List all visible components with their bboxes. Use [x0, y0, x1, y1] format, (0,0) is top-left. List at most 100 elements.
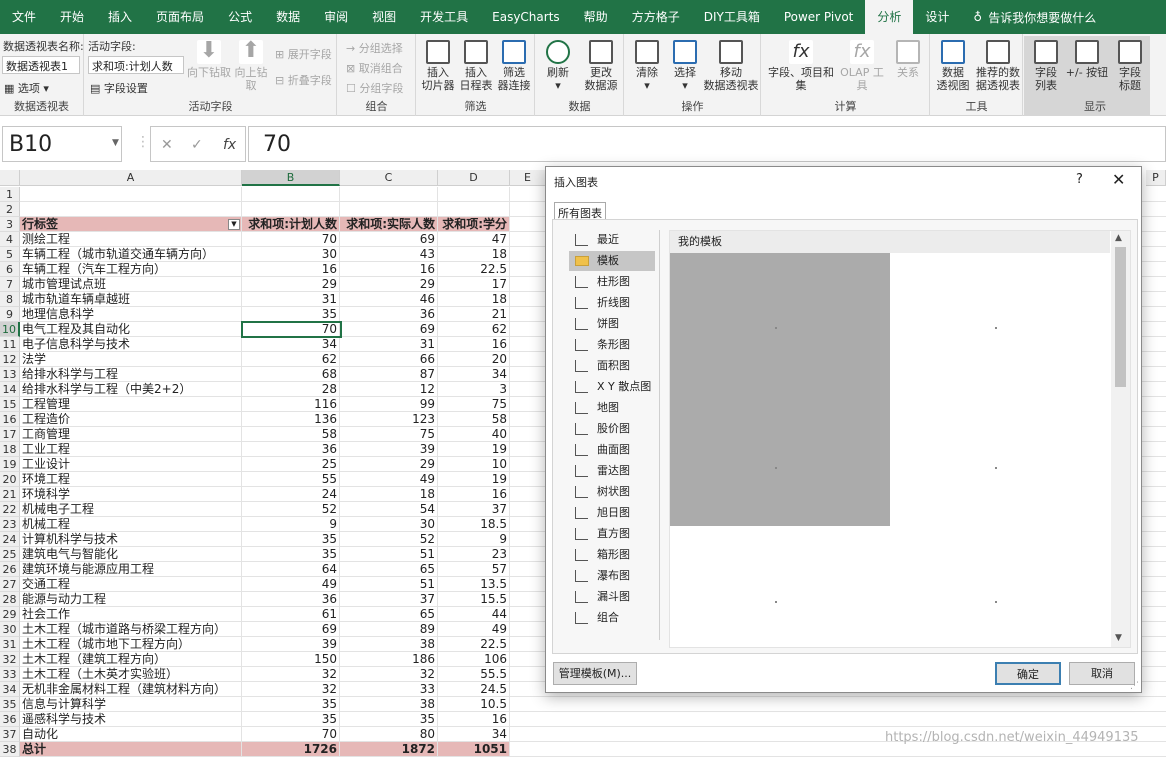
pivot-name-input[interactable]: 数据透视表1	[2, 56, 80, 74]
scroll-up-icon[interactable]: ▲	[1115, 233, 1122, 243]
value-cell[interactable]: 35	[242, 307, 340, 322]
row-label-cell[interactable]: 无机非金属材料工程（建筑材料方向）	[20, 682, 242, 697]
value-cell[interactable]: 58	[438, 412, 510, 427]
chart-type-item[interactable]: 箱形图	[569, 545, 655, 565]
value-cell[interactable]: 66	[340, 352, 438, 367]
chart-type-item[interactable]: 折线图	[569, 293, 655, 313]
row-header[interactable]: 23	[0, 517, 20, 532]
group-field-button[interactable]: ☐ 分组字段	[346, 80, 403, 96]
row-label-cell[interactable]: 土木工程（土木英才实验班）	[20, 667, 242, 682]
value-cell[interactable]: 35	[242, 697, 340, 712]
close-icon[interactable]: ✕	[1112, 170, 1125, 189]
value-cell[interactable]: 32	[340, 667, 438, 682]
chart-type-item[interactable]: 最近	[569, 230, 655, 250]
value-cell[interactable]: 29	[340, 277, 438, 292]
template-thumbnail-selected[interactable]	[670, 253, 890, 526]
menu-tab-0[interactable]: 文件	[0, 0, 48, 34]
row-header[interactable]: 33	[0, 667, 20, 682]
row-header[interactable]: 14	[0, 382, 20, 397]
clear-button[interactable]: 清除 ▾	[629, 40, 665, 92]
menu-tab-12[interactable]: DIY工具箱	[692, 0, 772, 34]
value-cell[interactable]: 87	[340, 367, 438, 382]
value-cell[interactable]: 80	[340, 727, 438, 742]
value-cell[interactable]: 62	[438, 322, 510, 337]
row-label-cell[interactable]: 工程造价	[20, 412, 242, 427]
row-label-cell[interactable]: 环境工程	[20, 472, 242, 487]
value-cell[interactable]: 19	[438, 442, 510, 457]
row-header[interactable]: 19	[0, 457, 20, 472]
cancel-button[interactable]: 取消	[1069, 662, 1135, 685]
value-cell[interactable]: 28	[242, 382, 340, 397]
value-cell[interactable]: 36	[340, 307, 438, 322]
fields-items-button[interactable]: fx 字段、项目和 集	[766, 40, 836, 92]
refresh-button[interactable]: 刷新 ▾	[540, 40, 576, 92]
value-cell[interactable]: 69	[340, 322, 438, 337]
row-header[interactable]: 8	[0, 292, 20, 307]
value-cell[interactable]: 22.5	[438, 637, 510, 652]
row-label-cell[interactable]: 计算机科学与技术	[20, 532, 242, 547]
value-cell[interactable]: 55.5	[438, 667, 510, 682]
value-cell[interactable]: 33	[340, 682, 438, 697]
pivot-header-cell[interactable]: 求和项:实际人数	[340, 217, 438, 232]
row-header[interactable]: 12	[0, 352, 20, 367]
value-cell[interactable]: 186	[340, 652, 438, 667]
row-label-cell[interactable]: 遥感科学与技术	[20, 712, 242, 727]
value-cell[interactable]: 15.5	[438, 592, 510, 607]
empty-cell[interactable]	[340, 202, 438, 217]
value-cell[interactable]: 18.5	[438, 517, 510, 532]
value-cell[interactable]: 40	[438, 427, 510, 442]
value-cell[interactable]: 116	[242, 397, 340, 412]
row-label-cell[interactable]: 城市轨道车辆卓越班	[20, 292, 242, 307]
chart-type-item[interactable]: 股价图	[569, 419, 655, 439]
row-label-cell[interactable]: 能源与动力工程	[20, 592, 242, 607]
value-cell[interactable]: 16	[438, 712, 510, 727]
value-cell[interactable]: 22.5	[438, 262, 510, 277]
value-cell[interactable]: 16	[242, 262, 340, 277]
empty-cell[interactable]	[242, 187, 340, 202]
value-cell[interactable]: 18	[438, 292, 510, 307]
help-icon[interactable]: ?	[1076, 172, 1083, 187]
total-cell[interactable]: 1051	[438, 742, 510, 757]
value-cell[interactable]: 52	[340, 532, 438, 547]
cancel-formula-icon[interactable]: ✕	[161, 137, 173, 153]
ungroup-button[interactable]: ⊠ 取消组合	[346, 60, 403, 76]
value-cell[interactable]: 13.5	[438, 577, 510, 592]
row-label-cell[interactable]: 电子信息科学与技术	[20, 337, 242, 352]
value-cell[interactable]: 38	[340, 697, 438, 712]
pivot-options-button[interactable]: ▦ 选项 ▾	[4, 80, 49, 96]
value-cell[interactable]: 20	[438, 352, 510, 367]
active-field-input[interactable]: 求和项:计划人数	[88, 56, 184, 74]
menu-tab-4[interactable]: 公式	[216, 0, 264, 34]
row-label-cell[interactable]: 信息与计算科学	[20, 697, 242, 712]
row-label-cell[interactable]: 城市管理试点班	[20, 277, 242, 292]
row-label-cell[interactable]: 测绘工程	[20, 232, 242, 247]
menu-tab-15[interactable]: 设计	[913, 0, 961, 34]
row-label-cell[interactable]: 自动化	[20, 727, 242, 742]
row-label-cell[interactable]: 机械电子工程	[20, 502, 242, 517]
chart-type-item[interactable]: X Y 散点图	[569, 377, 655, 397]
chart-type-item[interactable]: 饼图	[569, 314, 655, 334]
empty-cell[interactable]	[340, 187, 438, 202]
value-cell[interactable]: 150	[242, 652, 340, 667]
select-all-corner[interactable]	[0, 170, 20, 186]
expand-field-button[interactable]: ⊞ 展开字段	[275, 46, 332, 62]
chart-type-item[interactable]: 柱形图	[569, 272, 655, 292]
value-cell[interactable]: 37	[340, 592, 438, 607]
value-cell[interactable]: 58	[242, 427, 340, 442]
row-header[interactable]: 26	[0, 562, 20, 577]
row-label-cell[interactable]: 给排水科学与工程	[20, 367, 242, 382]
value-cell[interactable]: 18	[340, 487, 438, 502]
value-cell[interactable]: 3	[438, 382, 510, 397]
column-header[interactable]: C	[340, 170, 438, 186]
chart-type-item[interactable]: 漏斗图	[569, 587, 655, 607]
column-header[interactable]: P	[1146, 170, 1166, 186]
field-headers-button[interactable]: 字段 标题	[1112, 40, 1148, 92]
tell-me-search[interactable]: ♁ 告诉我你想要做什么	[973, 9, 1096, 26]
value-cell[interactable]: 32	[242, 667, 340, 682]
row-header[interactable]: 25	[0, 547, 20, 562]
row-header[interactable]: 28	[0, 592, 20, 607]
total-cell[interactable]: 1872	[340, 742, 438, 757]
value-cell[interactable]: 38	[340, 637, 438, 652]
value-cell[interactable]: 10.5	[438, 697, 510, 712]
menu-tab-3[interactable]: 页面布局	[144, 0, 216, 34]
